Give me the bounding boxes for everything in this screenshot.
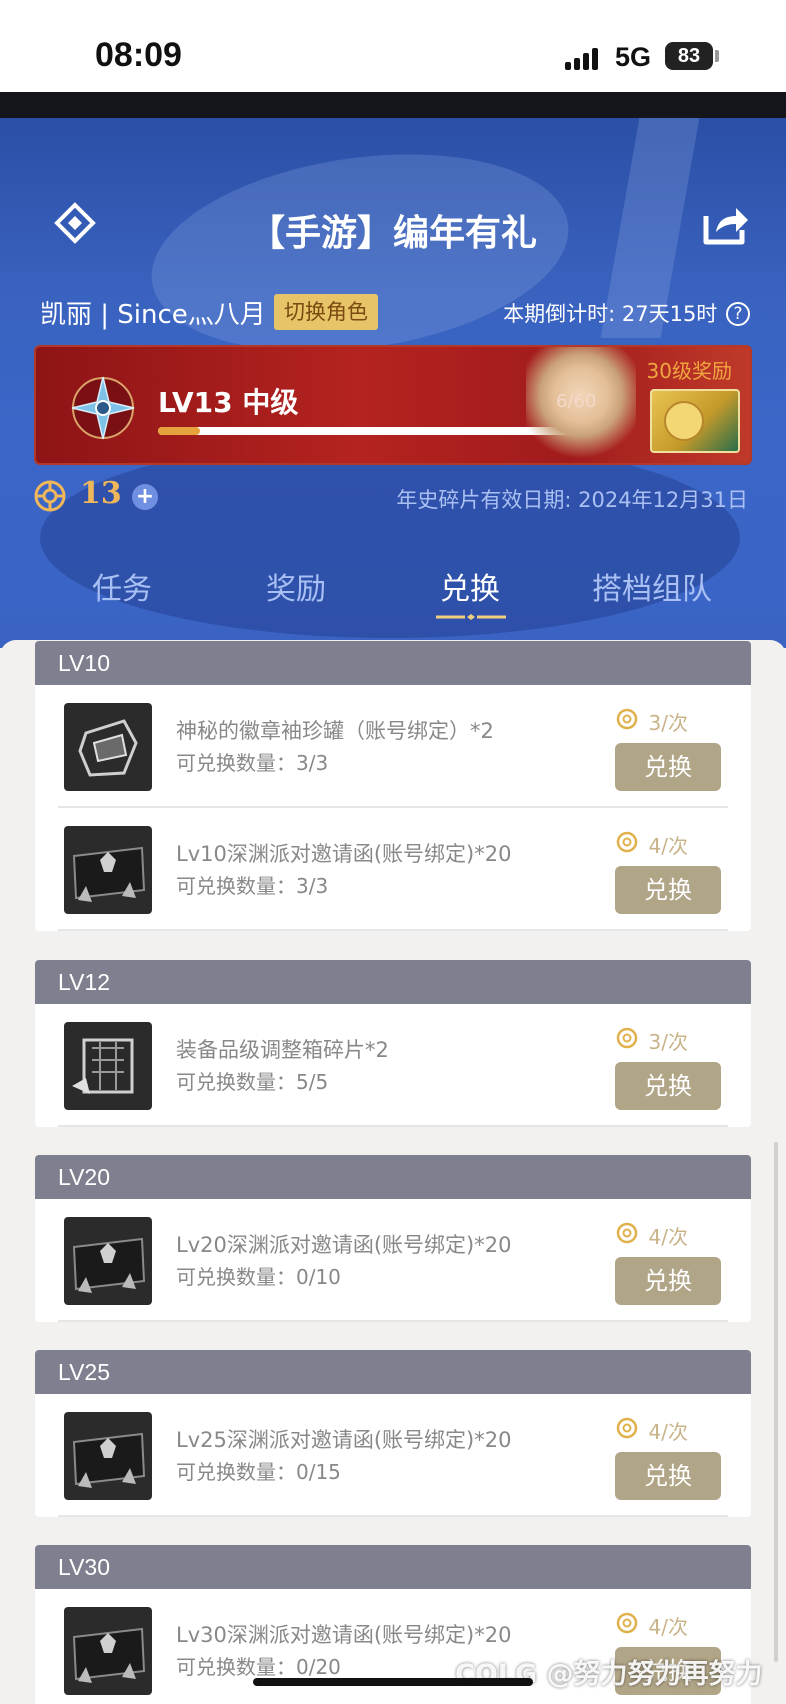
coin-icon [616,831,638,853]
exchange-button[interactable]: 兑换 [615,1257,721,1305]
reward-scroll-icon[interactable] [650,389,740,453]
group-header: LV30 [35,1545,751,1589]
item-name: 神秘的徽章袖珍罐（账号绑定）*2 [176,719,494,743]
list-item: 神秘的徽章袖珍罐（账号绑定）*2 可兑换数量：3/3 3/次 兑换 [58,685,728,808]
signal-icon [565,44,605,70]
item-quantity: 可兑换数量：0/10 [176,1265,341,1289]
tab-exchange[interactable]: 兑换 [440,564,500,608]
coin-icon [616,1027,638,1049]
countdown-text: 本期倒计时: 27天15时 [503,302,718,326]
tab-partner-team[interactable]: 搭档组队 [592,564,712,608]
coin-count: 13 [80,476,122,511]
battery-icon: 83 [665,42,713,70]
level-progress-bar [158,427,578,435]
network-label: 5G [615,42,652,72]
item-cost: 3/次 [648,711,688,735]
background-art [40,438,740,638]
abyss-invitation-icon [64,1607,152,1695]
abyss-invitation-icon [64,826,152,914]
abyss-invitation-icon [64,1412,152,1500]
hero-header: 【手游】编年有礼 凯丽 | Since灬八月 切换角色 本期倒计时: 27天15… [0,118,786,648]
item-name: Lv10深渊派对邀请函(账号绑定)*20 [176,842,512,866]
item-cost: 4/次 [648,1615,688,1639]
exchange-button[interactable]: 兑换 [615,866,721,914]
item-quantity: 可兑换数量：3/3 [176,751,329,775]
help-icon[interactable]: ? [726,302,750,326]
tab-tasks[interactable]: 任务 [92,564,152,608]
item-name: Lv20深渊派对邀请函(账号绑定)*20 [176,1233,512,1257]
page: 08:09 5G 83 【手游】编年有礼 凯丽 | Since灬八月 切换角色 … [0,0,786,1704]
page-title: 【手游】编年有礼 [248,213,537,254]
share-icon[interactable] [702,202,750,246]
item-cost: 4/次 [648,1225,688,1249]
switch-role-button[interactable]: 切换角色 [274,294,378,330]
coin-icon [616,1612,638,1634]
list-item: 装备品级调整箱碎片*2 可兑换数量：5/5 3/次 兑换 [58,1004,728,1127]
level-label: LV13 中级 [158,386,299,419]
list-item: Lv20深渊派对邀请函(账号绑定)*20 可兑换数量：0/10 4/次 兑换 [58,1199,728,1322]
item-name: 装备品级调整箱碎片*2 [176,1038,389,1062]
level-group: LV10 神秘的徽章袖珍罐（账号绑定）*2 可兑换数量：3/3 3/次 兑换 L… [35,641,751,931]
exchange-button[interactable]: 兑换 [615,1452,721,1500]
group-header: LV20 [35,1155,751,1199]
group-body: Lv20深渊派对邀请函(账号绑定)*20 可兑换数量：0/10 4/次 兑换 [35,1199,751,1322]
level-progress-text: 6/60 [556,391,597,412]
active-tab-indicator [436,614,506,620]
status-time: 08:09 [95,36,182,74]
equipment-box-fragment-icon [64,1022,152,1110]
compass-icon [71,376,135,440]
chronicle-coin-icon [34,480,66,512]
item-quantity: 可兑换数量：0/15 [176,1460,341,1484]
badge-jar-icon [64,703,152,791]
exchange-button[interactable]: 兑换 [615,743,721,791]
coin-icon [616,1222,638,1244]
group-header: LV25 [35,1350,751,1394]
countdown: 本期倒计时: 27天15时 ? [503,298,750,328]
group-header: LV12 [35,960,751,1004]
item-name: Lv30深渊派对邀请函(账号绑定)*20 [176,1623,512,1647]
user-name: 凯丽 | Since灬八月 [40,300,266,330]
add-coin-icon[interactable]: + [132,484,158,510]
coin-icon [616,708,638,730]
coin-expiry: 年史碎片有效日期: 2024年12月31日 [396,488,748,512]
item-name: Lv25深渊派对邀请函(账号绑定)*20 [176,1428,512,1452]
item-cost: 4/次 [648,834,688,858]
battery-tip [715,50,719,62]
item-quantity: 可兑换数量：0/20 [176,1655,341,1679]
item-quantity: 可兑换数量：5/5 [176,1070,329,1094]
level-progress-fill [158,427,200,435]
reward-label: 30级奖励 [646,359,732,383]
reward-emblem [664,401,704,441]
group-header: LV10 [35,641,751,685]
group-body: 神秘的徽章袖珍罐（账号绑定）*2 可兑换数量：3/3 3/次 兑换 Lv10深渊… [35,685,751,931]
top-divider [0,92,786,118]
tab-rewards[interactable]: 奖励 [266,564,326,608]
home-indicator[interactable] [253,1678,533,1686]
coin-icon [616,1417,638,1439]
group-body: 装备品级调整箱碎片*2 可兑换数量：5/5 3/次 兑换 [35,1004,751,1127]
status-bar: 08:09 5G 83 [0,0,786,92]
scrollbar[interactable] [774,1142,778,1662]
abyss-invitation-icon [64,1217,152,1305]
level-group: LV20 Lv20深渊派对邀请函(账号绑定)*20 可兑换数量：0/10 4/次… [35,1155,751,1322]
item-cost: 3/次 [648,1030,688,1054]
level-group: LV12 装备品级调整箱碎片*2 可兑换数量：5/5 3/次 兑换 [35,960,751,1127]
list-item: Lv25深渊派对邀请函(账号绑定)*20 可兑换数量：0/15 4/次 兑换 [58,1394,728,1517]
level-group: LV25 Lv25深渊派对邀请函(账号绑定)*20 可兑换数量：0/15 4/次… [35,1350,751,1517]
group-body: Lv25深渊派对邀请函(账号绑定)*20 可兑换数量：0/15 4/次 兑换 [35,1394,751,1517]
list-item: Lv10深渊派对邀请函(账号绑定)*20 可兑换数量：3/3 4/次 兑换 [58,808,728,931]
item-quantity: 可兑换数量：3/3 [176,874,329,898]
exchange-button[interactable]: 兑换 [615,1062,721,1110]
level-banner: LV13 中级 6/60 30级奖励 [34,345,752,465]
item-cost: 4/次 [648,1420,688,1444]
